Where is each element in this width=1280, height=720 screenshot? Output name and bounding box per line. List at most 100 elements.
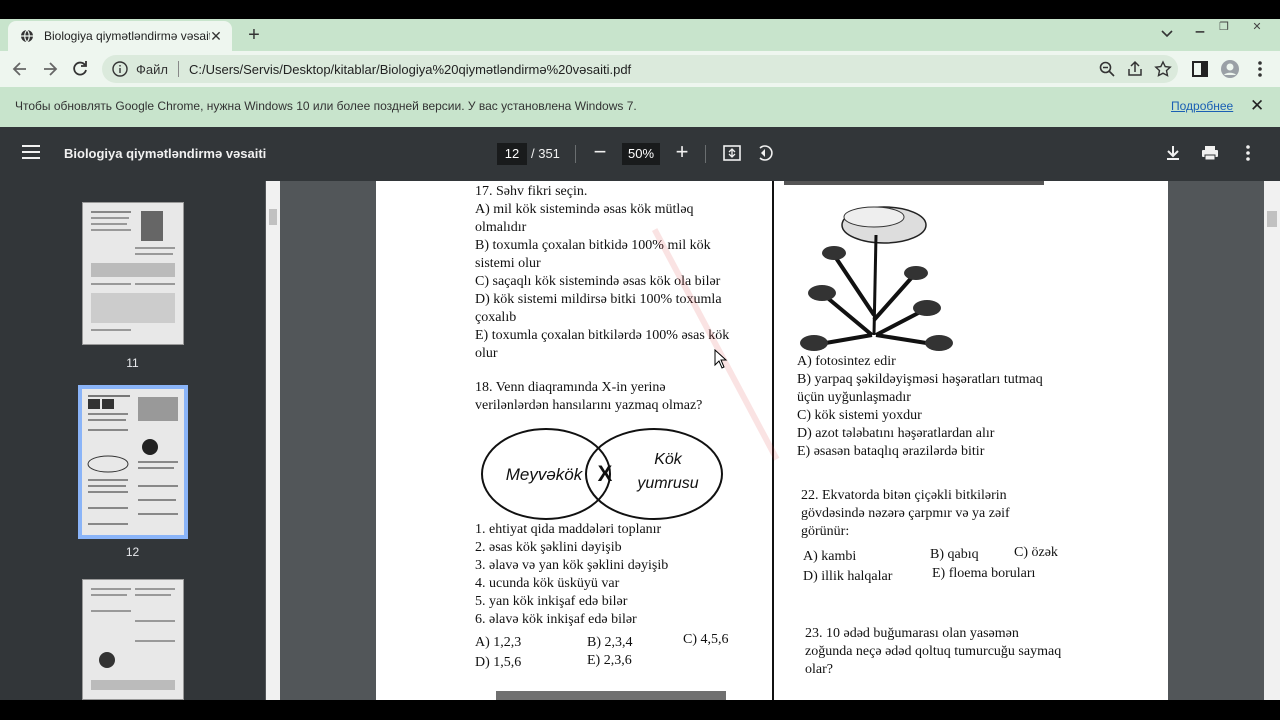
answer-option: E) floema boruları [932, 566, 1036, 581]
download-icon[interactable] [1163, 143, 1183, 163]
answer-option: A) fotosintez edir [797, 354, 896, 369]
thumbnail-image [91, 588, 175, 690]
list-item: 4. ucunda kök üsküyü var [475, 576, 620, 591]
thumbnail-label: 12 [125, 545, 140, 559]
page-total: / 351 [531, 146, 560, 161]
diagonal-watermark [642, 221, 792, 461]
answer-option: B) yarpaq şəkildəyişməsi həşəratları tut… [797, 372, 1043, 387]
profile-avatar-icon[interactable] [1220, 59, 1240, 79]
page-number-input[interactable]: 12 [497, 143, 527, 165]
answer-option: D) azot tələbatını həşəratlardan alır [797, 426, 995, 441]
list-item: 3. əlavə və yan kök şəklini dəyişib [475, 558, 669, 573]
question-23: 23. 10 ədəd buğumarası olan yasəmən zoğu… [805, 625, 1061, 679]
answer-option: A) kambi [803, 549, 857, 564]
text-line: zoğunda neçə ədəd qoltuq tumurcuğu sayma… [805, 644, 1062, 659]
text-line: A) mil kök sistemində əsas kök mütləq [475, 202, 694, 217]
more-vert-icon[interactable] [1238, 143, 1258, 163]
thumbnail-label: 11 [126, 356, 139, 370]
chevron-down-icon[interactable] [1160, 26, 1174, 40]
list-item: 1. ehtiyat qida maddələri toplanır [475, 522, 662, 537]
browser-toolbar: Файл C:/Users/Servis/Desktop/kitablar/Bi… [0, 51, 1280, 87]
screen-top-border [0, 0, 1280, 19]
print-icon[interactable] [1200, 143, 1220, 163]
cropped-heading [784, 181, 1044, 185]
answer-option: E) 2,3,6 [587, 653, 632, 668]
q18-items: 1. ehtiyat qida maddələri toplanır 2. əs… [475, 521, 668, 629]
minimize-icon[interactable]: ▁ [1188, 19, 1212, 35]
back-arrow-icon[interactable] [10, 59, 30, 79]
page-thumbnail-13[interactable] [82, 579, 184, 700]
reload-icon[interactable] [70, 59, 90, 79]
thumbnail-sidebar: 11 12 [0, 181, 265, 700]
text-line: gövdəsində nəzərə çarpmır və ya zəif [801, 506, 1010, 521]
text-line: üçün uyğunlaşmadır [797, 390, 911, 405]
tab-active[interactable]: Biologiya qiymətləndirmə vəsaiti ✕ [8, 21, 232, 51]
answer-option: D) 1,5,6 [475, 655, 522, 670]
divider [177, 61, 179, 77]
divider [705, 145, 706, 163]
text-line: 22. Ekvatorda bitən çiçəkli bitkilərin [801, 488, 1007, 503]
tab-close-icon[interactable]: ✕ [208, 28, 224, 45]
pdf-title: Biologiya qiymətləndirmə vəsaiti [64, 146, 267, 161]
learn-more-link[interactable]: Подробнее [1171, 99, 1233, 113]
mouse-cursor-icon [714, 349, 728, 369]
site-label: Файл [136, 61, 168, 77]
update-infobar: Чтобы обновлять Google Chrome, нужна Win… [0, 87, 1280, 127]
page-scrollbar[interactable] [1264, 181, 1280, 700]
screen-bottom-border [0, 700, 1280, 720]
fit-page-icon[interactable] [722, 143, 742, 163]
tab-title: Biologiya qiymətləndirmə vəsaiti [44, 29, 210, 43]
answer-option: B) 2,3,4 [587, 635, 633, 650]
list-item: 6. əlavə kök inkişaf edə bilər [475, 612, 637, 627]
question-17: 17. Səhv fikri seçin. [475, 184, 588, 199]
zoom-out-icon[interactable]: − [590, 139, 610, 165]
new-tab-icon[interactable]: + [244, 24, 264, 47]
more-vert-icon[interactable] [1250, 59, 1270, 79]
close-window-icon[interactable]: ✕ [1236, 19, 1278, 35]
thumbnail-image [91, 211, 175, 331]
pdf-toolbar: Biologiya qiymətləndirmə vəsaiti 12 / 35… [0, 127, 1280, 181]
window-controls: ▁ ❐ ✕ [1188, 19, 1278, 37]
list-item: 5. yan kök inkişaf edə bilər [475, 594, 628, 609]
infobar-close-icon[interactable]: ✕ [1250, 96, 1264, 116]
q21-options: A) fotosintez edir B) yarpaq şəkildəyişm… [797, 353, 1043, 461]
venus-flytrap-image [800, 206, 953, 351]
tab-strip: Biologiya qiymətləndirmə vəsaiti ✕ + ▁ ❐… [0, 19, 1280, 51]
answer-option: C) kök sistemi yoxdur [797, 408, 922, 423]
cropped-next-line [496, 691, 726, 700]
page-thumbnail-12[interactable] [78, 385, 188, 539]
star-icon[interactable] [1154, 60, 1172, 78]
answer-option: C) özək [1014, 545, 1058, 560]
venn-label-center: X [598, 461, 613, 486]
restore-icon[interactable]: ❐ [1212, 19, 1236, 35]
info-icon[interactable] [112, 61, 128, 77]
venn-label-left: Meyvəkök [506, 465, 584, 484]
question-22: 22. Ekvatorda bitən çiçəkli bitkilərin g… [801, 487, 1010, 541]
sidebar-scroll-thumb[interactable] [269, 209, 277, 225]
answer-option: E) əsasən bataqlıq ərazilərdə bitir [797, 444, 985, 459]
rotate-icon[interactable] [755, 143, 775, 163]
page-scroll-thumb[interactable] [1267, 211, 1277, 227]
side-panel-icon[interactable] [1190, 59, 1210, 79]
forward-arrow-icon[interactable] [40, 59, 60, 79]
infobar-message: Чтобы обновлять Google Chrome, нужна Win… [15, 99, 637, 113]
thumbnail-image [87, 395, 178, 525]
share-icon[interactable] [1126, 60, 1144, 78]
zoom-input[interactable]: 50% [622, 143, 660, 165]
address-bar[interactable]: Файл C:/Users/Servis/Desktop/kitablar/Bi… [102, 55, 1178, 83]
browser-chrome: Biologiya qiymətləndirmə vəsaiti ✕ + ▁ ❐… [0, 19, 1280, 127]
pdf-viewer: 11 12 17. Səhv fikri seçin. A) mil kök s… [0, 181, 1280, 700]
globe-icon [21, 29, 33, 43]
zoom-in-icon[interactable]: + [672, 139, 692, 165]
divider [575, 145, 576, 163]
answer-option: D) illik halqalar [803, 569, 893, 584]
zoom-icon[interactable] [1098, 60, 1116, 78]
url-text[interactable]: C:/Users/Servis/Desktop/kitablar/Biologi… [189, 62, 631, 77]
text-line: görünür: [801, 524, 850, 539]
page-thumbnail-11[interactable] [82, 202, 184, 345]
menu-icon[interactable] [22, 145, 40, 159]
answer-option: C) 4,5,6 [683, 632, 729, 647]
answer-option: A) 1,2,3 [475, 635, 522, 650]
pdf-page: 17. Səhv fikri seçin. A) mil kök sistemi… [376, 181, 1168, 700]
sidebar-scrollbar[interactable] [266, 181, 280, 700]
